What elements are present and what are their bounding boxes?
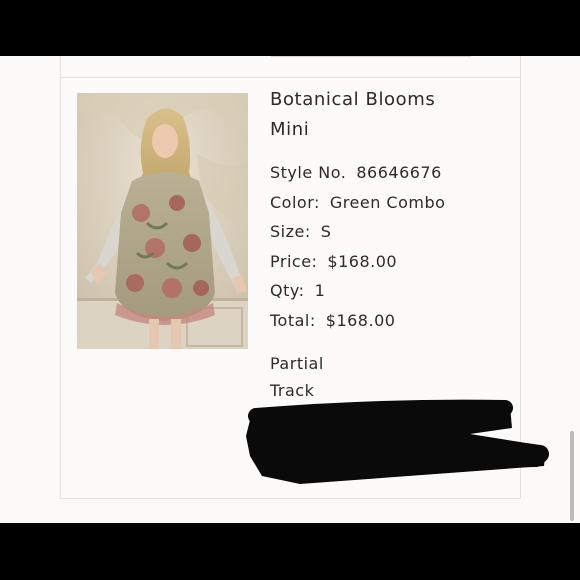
size-row: Size: S [270,217,500,247]
tracking-label[interactable]: Track [270,381,314,400]
product-info: Botanical Blooms Mini Style No. 86646676 … [270,85,500,336]
color-row: Color: Green Combo [270,188,500,218]
card-divider [61,77,520,78]
qty-value: 1 [314,281,326,301]
total-row: Total: $168.00 [270,306,500,336]
qty-row: Qty: 1 [270,276,500,306]
product-photo[interactable] [77,93,248,349]
order-detail-screen: Botanical Blooms Mini Style No. 86646676 … [0,56,580,523]
qty-label: Qty: [270,281,305,301]
price-value: $168.00 [327,251,398,271]
total-value: $168.00 [325,310,396,330]
product-title[interactable]: Botanical Blooms Mini [270,85,480,145]
size-label: Size: [270,222,311,242]
tracking-link-underline[interactable] [270,447,284,449]
total-label: Total: [270,310,316,330]
color-value: Green Combo [329,192,446,212]
price-label: Price: [270,251,318,271]
style-label: Style No. [270,163,347,182]
style-row: Style No. 86646676 [270,158,500,188]
shipment-status: Partial [270,354,324,373]
scrollbar-thumb[interactable] [570,431,574,521]
price-row: Price: $168.00 [270,247,500,277]
style-value: 86646676 [356,163,442,182]
color-label: Color: [270,192,320,212]
order-item-card: Botanical Blooms Mini Style No. 86646676 … [60,56,521,499]
top-rule [271,56,471,57]
size-value: S [320,222,332,242]
